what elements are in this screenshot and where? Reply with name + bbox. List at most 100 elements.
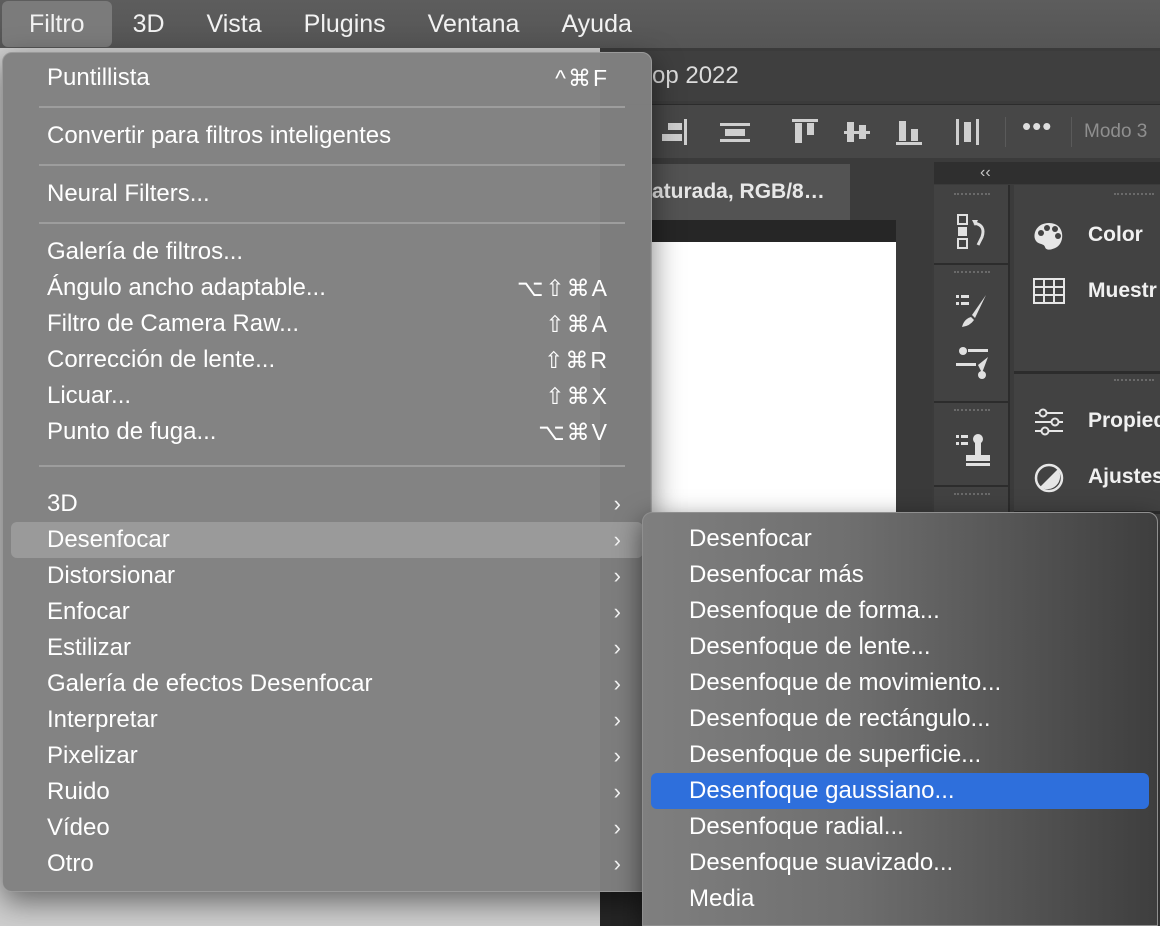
- panel-grip[interactable]: [1114, 379, 1154, 384]
- menu-item-label: Desenfocar: [47, 526, 170, 553]
- submenu-item-desenfoque-lente[interactable]: Desenfoque de lente...: [651, 629, 1149, 665]
- menu-item-camera-raw[interactable]: Filtro de Camera Raw... ⇧⌘A: [11, 306, 643, 342]
- clone-source-icon[interactable]: [952, 429, 992, 469]
- menu-ventana[interactable]: Ventana: [407, 1, 541, 47]
- more-options-icon[interactable]: •••: [1022, 111, 1052, 142]
- panel-grip[interactable]: [954, 271, 990, 276]
- collapse-panels-button[interactable]: ‹‹: [934, 162, 1160, 184]
- menu-item-angulo-ancho[interactable]: Ángulo ancho adaptable... ⌥⇧⌘A: [11, 270, 643, 306]
- submenu-item-desenfoque-radial[interactable]: Desenfoque radial...: [651, 809, 1149, 845]
- menu-item-3d[interactable]: 3D ›: [11, 486, 643, 522]
- menu-plugins[interactable]: Plugins: [283, 1, 407, 47]
- panel-divider: [1014, 371, 1160, 374]
- menu-item-ruido[interactable]: Ruido ›: [11, 774, 643, 810]
- blur-submenu: Desenfocar Desenfocar más Desenfoque de …: [642, 512, 1158, 926]
- menu-item-label: Estilizar: [47, 634, 132, 661]
- brush-settings-icon[interactable]: [952, 289, 992, 329]
- menu-item-label: Puntillista: [47, 64, 150, 91]
- menu-vista[interactable]: Vista: [186, 1, 283, 47]
- menu-item-galeria-filtros[interactable]: Galería de filtros...: [11, 234, 643, 270]
- menu-item-enfocar[interactable]: Enfocar ›: [11, 594, 643, 630]
- menu-item-label: Licuar...: [47, 382, 132, 409]
- panel-grip[interactable]: [1114, 193, 1154, 198]
- window-title: op 2022: [600, 51, 1160, 101]
- submenu-arrow-icon: ›: [613, 743, 621, 768]
- menu-item-distorsionar[interactable]: Distorsionar ›: [11, 558, 643, 594]
- menu-separator: [39, 465, 625, 467]
- filter-menu: Puntillista ^⌘F Convertir para filtros i…: [2, 52, 652, 892]
- adjustments-icon: [1032, 461, 1066, 495]
- swatches-icon: [1032, 275, 1066, 309]
- menu-item-label: Interpretar: [47, 706, 158, 733]
- submenu-item-desenfoque-forma[interactable]: Desenfoque de forma...: [651, 593, 1149, 629]
- menu-item-interpretar[interactable]: Interpretar ›: [11, 702, 643, 738]
- menu-filtro[interactable]: Filtro: [2, 1, 112, 47]
- menu-item-label: Ruido: [47, 778, 110, 805]
- brush-presets-icon[interactable]: [952, 343, 992, 383]
- menu-item-punto-fuga[interactable]: Punto de fuga... ⌥⌘V: [11, 414, 643, 450]
- panel-properties[interactable]: Propied: [1014, 395, 1160, 449]
- strip-divider: [934, 401, 1010, 403]
- menu-item-convertir-filtros-inteligentes[interactable]: Convertir para filtros inteligentes: [11, 118, 643, 154]
- menu-item-desenfocar[interactable]: Desenfocar ›: [11, 522, 643, 558]
- app-menubar: Filtro 3D Vista Plugins Ventana Ayuda: [0, 0, 1160, 48]
- distribute-icon[interactable]: [956, 119, 982, 145]
- submenu-arrow-icon: ›: [613, 707, 621, 732]
- submenu-item-desenfoque-gaussiano[interactable]: Desenfoque gaussiano...: [651, 773, 1149, 809]
- menu-separator: [39, 106, 625, 108]
- menu-item-label: Vídeo: [47, 814, 110, 841]
- properties-icon: [1032, 405, 1066, 439]
- submenu-arrow-icon: ›: [613, 635, 621, 660]
- menu-item-label: Corrección de lente...: [47, 346, 276, 373]
- panel-label: Propied: [1088, 409, 1160, 432]
- panel-color[interactable]: Color: [1014, 209, 1160, 263]
- align-bottom-icon[interactable]: [896, 119, 922, 145]
- align-right-icon[interactable]: [662, 119, 688, 145]
- menu-item-label: Galería de efectos Desenfocar: [47, 670, 373, 697]
- panel-grip[interactable]: [954, 193, 990, 198]
- submenu-item-desenfoque-movimiento[interactable]: Desenfoque de movimiento...: [651, 665, 1149, 701]
- submenu-item-desenfoque-rectangulo[interactable]: Desenfoque de rectángulo...: [651, 701, 1149, 737]
- menu-item-estilizar[interactable]: Estilizar ›: [11, 630, 643, 666]
- submenu-arrow-icon: ›: [613, 599, 621, 624]
- align-vertical-center-icon[interactable]: [844, 119, 870, 145]
- strip-divider: [934, 485, 1010, 487]
- submenu-arrow-icon: ›: [613, 779, 621, 804]
- submenu-item-desenfoque-suavizado[interactable]: Desenfoque suavizado...: [651, 845, 1149, 881]
- panel-label: Muestr: [1088, 279, 1157, 302]
- menu-item-neural-filters[interactable]: Neural Filters...: [11, 176, 643, 212]
- menu-item-galeria-efectos-desenfocar[interactable]: Galería de efectos Desenfocar ›: [11, 666, 643, 702]
- panel-label: Color: [1088, 223, 1143, 246]
- menu-item-pixelizar[interactable]: Pixelizar ›: [11, 738, 643, 774]
- options-bar: ••• Modo 3: [600, 104, 1160, 158]
- options-divider: [1071, 117, 1072, 147]
- document-canvas[interactable]: [650, 242, 896, 515]
- submenu-item-desenfocar[interactable]: Desenfocar: [651, 521, 1149, 557]
- menu-item-label: Convertir para filtros inteligentes: [47, 122, 392, 149]
- submenu-item-desenfoque-superficie[interactable]: Desenfoque de superficie...: [651, 737, 1149, 773]
- submenu-arrow-icon: ›: [613, 671, 621, 696]
- panel-adjustments[interactable]: Ajustes: [1014, 451, 1160, 505]
- align-top-icon[interactable]: [792, 119, 818, 145]
- menu-item-licuar[interactable]: Licuar... ⇧⌘X: [11, 378, 643, 414]
- menu-item-puntillista[interactable]: Puntillista ^⌘F: [11, 60, 643, 96]
- submenu-arrow-icon: ›: [613, 563, 621, 588]
- panel-swatches[interactable]: Muestr: [1014, 265, 1160, 319]
- menu-item-video[interactable]: Vídeo ›: [11, 810, 643, 846]
- menu-ayuda[interactable]: Ayuda: [540, 1, 652, 47]
- submenu-arrow-icon: ›: [613, 815, 621, 840]
- menu-item-otro[interactable]: Otro ›: [11, 846, 643, 882]
- submenu-item-desenfocar-mas[interactable]: Desenfocar más: [651, 557, 1149, 593]
- submenu-item-media[interactable]: Media: [651, 881, 1149, 917]
- menu-3d[interactable]: 3D: [112, 1, 186, 47]
- align-horizontal-center-icon[interactable]: [720, 119, 750, 145]
- shortcut-label: ⇧⌘A: [545, 311, 609, 337]
- menu-item-label: Ángulo ancho adaptable...: [47, 274, 326, 301]
- submenu-arrow-icon: ›: [613, 527, 621, 552]
- options-divider: [1005, 117, 1006, 147]
- menu-item-correccion-lente[interactable]: Corrección de lente... ⇧⌘R: [11, 342, 643, 378]
- menu-item-label: 3D: [47, 490, 78, 517]
- history-icon[interactable]: [952, 211, 992, 251]
- panel-grip[interactable]: [954, 493, 990, 498]
- panel-grip[interactable]: [954, 409, 990, 414]
